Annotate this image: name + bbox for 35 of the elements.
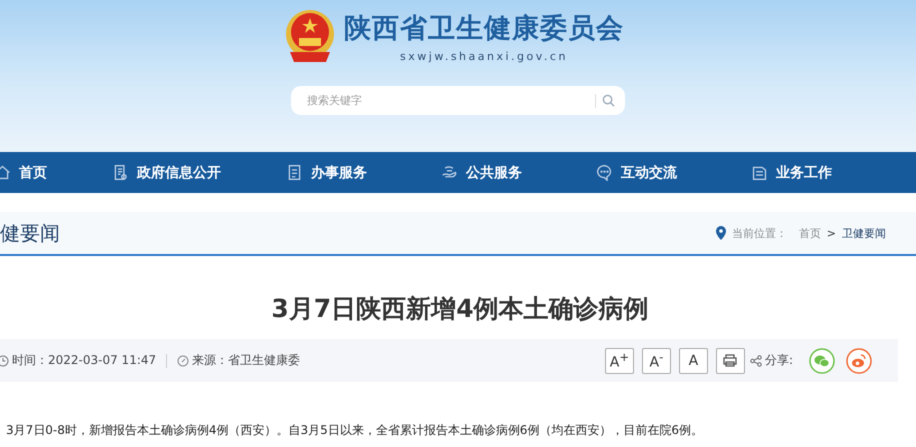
clock-icon bbox=[0, 354, 9, 366]
site-domain: sxwjw.shaanxi.gov.cn bbox=[400, 50, 568, 62]
breadcrumb-label: 当前位置： bbox=[732, 226, 787, 240]
nav-item[interactable]: 首页 bbox=[0, 164, 112, 182]
publish-time: 时间：2022-03-07 11:47 bbox=[12, 352, 156, 369]
printer-icon bbox=[723, 354, 738, 367]
source: 来源：省卫生健康委 bbox=[192, 352, 300, 369]
article-title: 3月7日陕西新增4例本土确诊病例 bbox=[270, 293, 650, 325]
location-pin-icon bbox=[716, 226, 726, 240]
document-icon bbox=[286, 164, 303, 181]
nav-item[interactable]: 办事服务 bbox=[286, 164, 441, 182]
section-title: 健要闻 bbox=[0, 220, 60, 246]
nav-item[interactable]: 业务工作 bbox=[751, 164, 881, 182]
weibo-icon[interactable] bbox=[846, 348, 872, 374]
search-icon bbox=[602, 94, 615, 107]
search-field[interactable]: 搜索关键字 bbox=[291, 86, 625, 115]
breadcrumb-link[interactable]: 卫健要闻 bbox=[842, 226, 886, 240]
article-paragraph: 3月7日0-8时，新增报告本土确诊病例4例（西安）。自3月5日以来，全省累计报告本土确诊病例6例（均在西安），目前在院6例。 bbox=[6, 422, 704, 439]
wechat-icon[interactable] bbox=[809, 348, 835, 374]
nav-item[interactable]: 政府信息公开 bbox=[112, 164, 286, 182]
share-icon bbox=[750, 354, 762, 366]
font-size-button[interactable]: A$^{-}$ bbox=[642, 348, 671, 374]
chat-icon bbox=[596, 164, 613, 181]
nav-item[interactable]: 互动交流 bbox=[596, 164, 751, 182]
font-size-button[interactable]: A bbox=[678, 348, 708, 374]
site-name: 陕西省卫生健康委员会 bbox=[344, 12, 624, 46]
compass-icon bbox=[177, 354, 190, 366]
search-input[interactable]: 搜索关键字 bbox=[305, 93, 595, 108]
share-label: 分享: bbox=[764, 352, 793, 369]
font-size-button[interactable]: A$^{+}$ bbox=[604, 348, 634, 374]
print-button[interactable] bbox=[716, 348, 745, 374]
breadcrumb-separator: > bbox=[826, 226, 836, 240]
book-icon bbox=[751, 164, 768, 181]
document-icon bbox=[112, 164, 129, 181]
nav-item[interactable]: 公共服务 bbox=[441, 164, 596, 182]
